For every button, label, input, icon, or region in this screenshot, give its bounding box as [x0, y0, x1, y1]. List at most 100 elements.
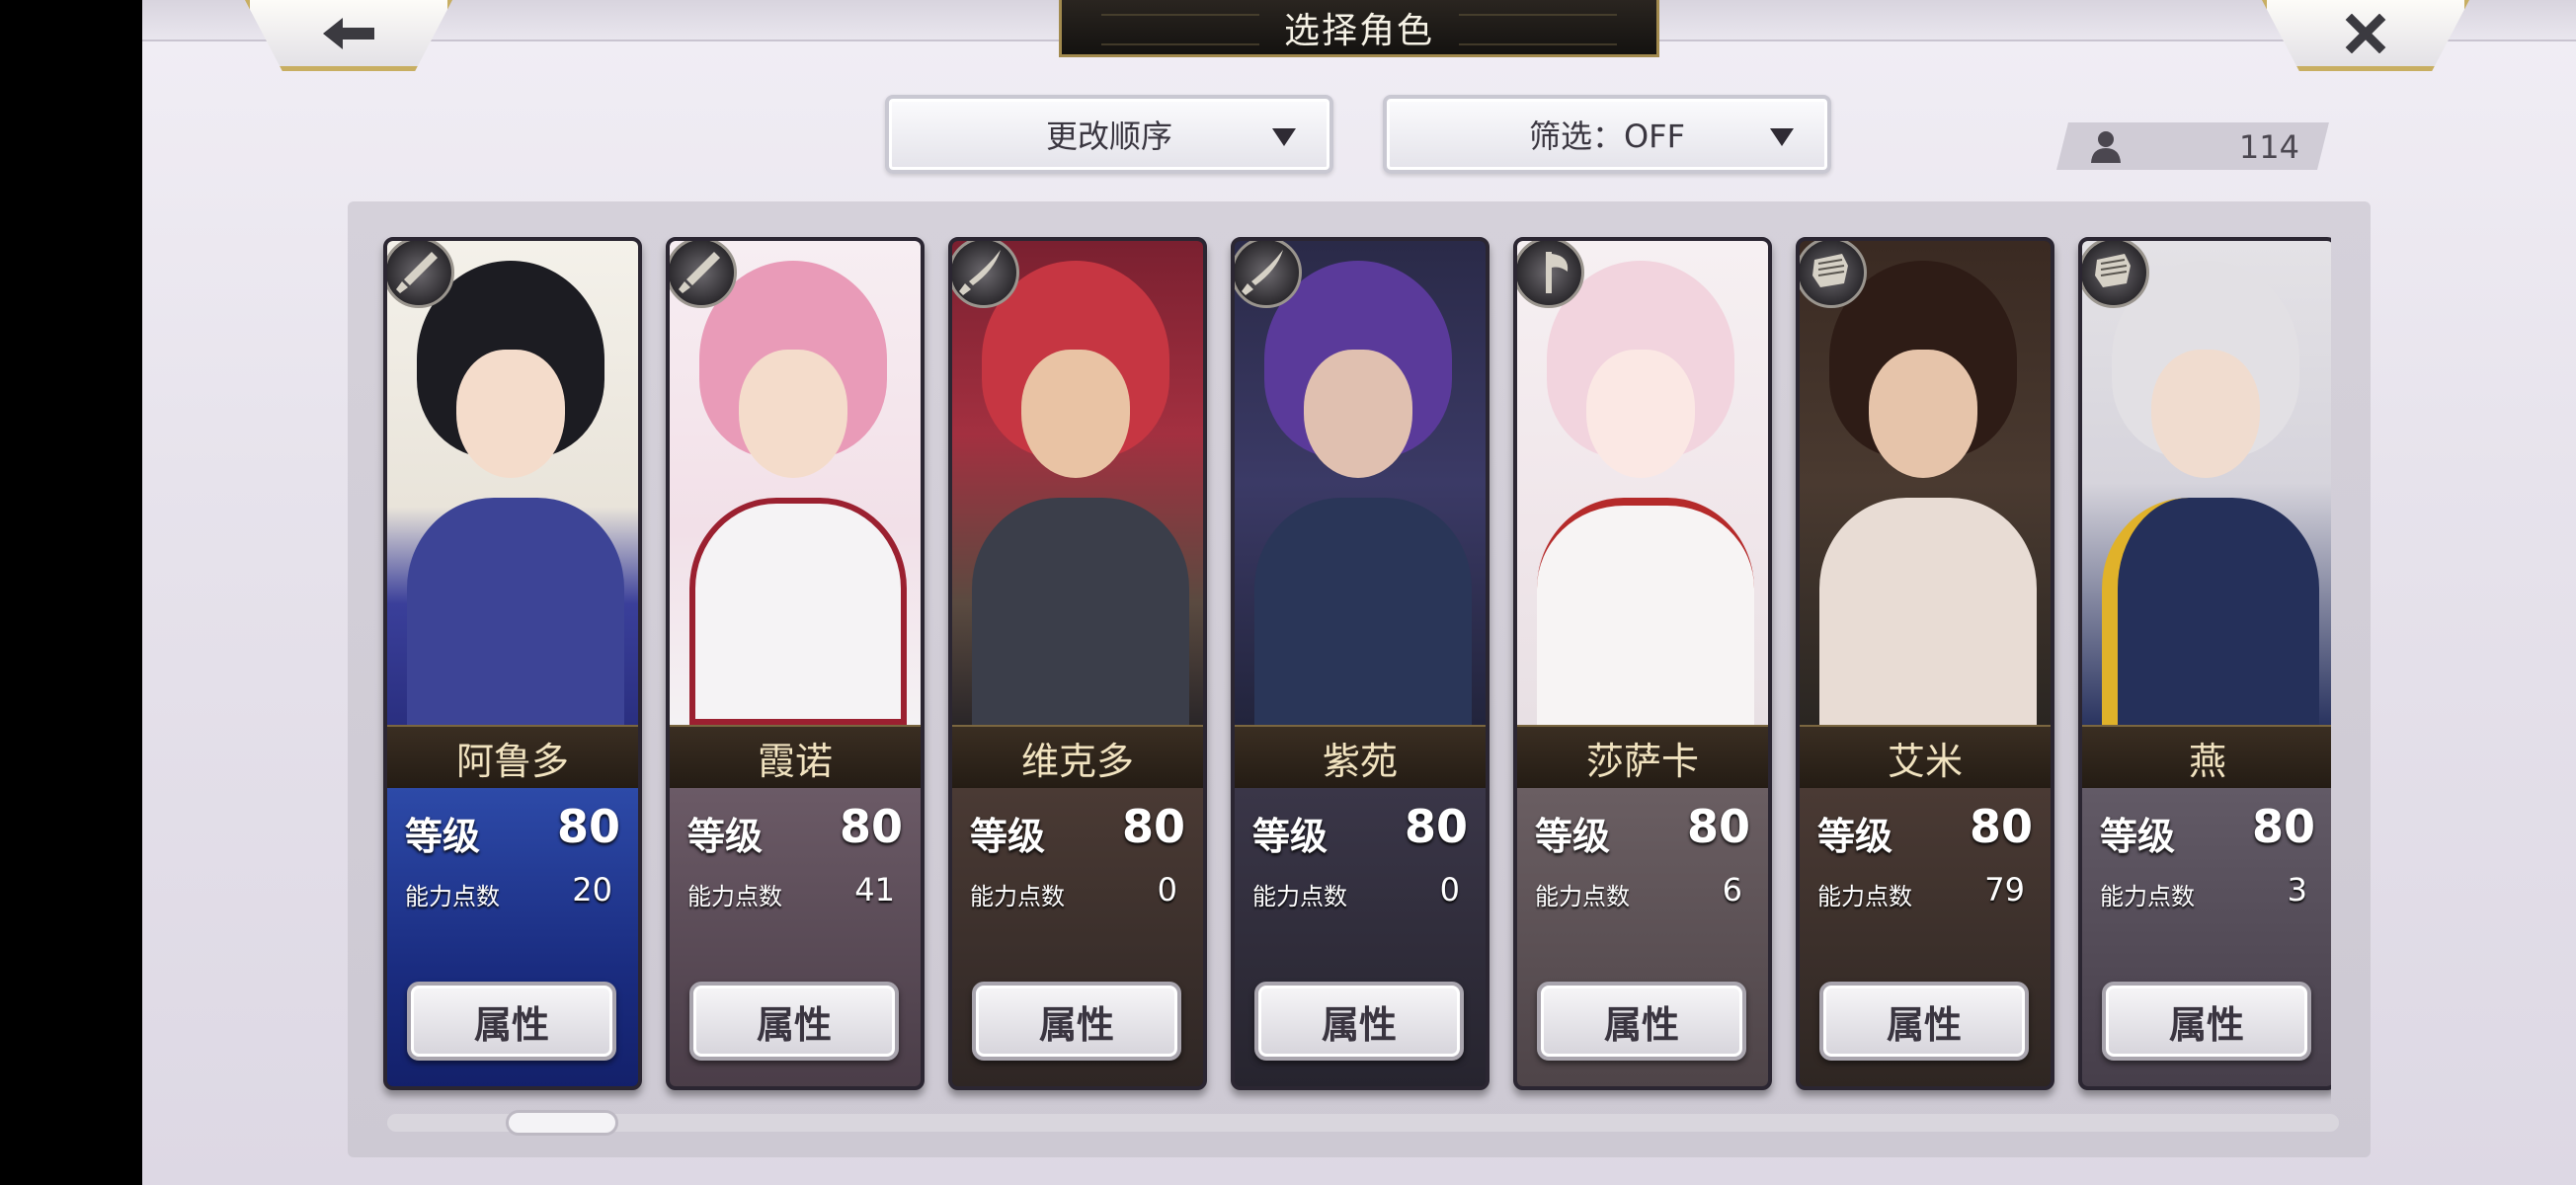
- portrait-body: [972, 498, 1189, 725]
- ability-points-value: 3: [2287, 871, 2307, 908]
- class-badge: [670, 241, 737, 308]
- class-badge: [1235, 241, 1302, 308]
- portrait-face: [1021, 350, 1130, 478]
- katana-icon: [1242, 250, 1283, 295]
- character-name: 维克多: [952, 725, 1203, 790]
- character-card[interactable]: 紫苑 等级 80 能力点数 0 属性: [1231, 237, 1489, 1090]
- ability-points-value: 6: [1722, 871, 1742, 908]
- ability-points-label: 能力点数: [2100, 883, 2195, 910]
- back-button[interactable]: [245, 0, 452, 71]
- class-badge: [2082, 241, 2149, 308]
- character-card[interactable]: 燕 等级 80 能力点数 3 属性: [2078, 237, 2331, 1090]
- character-stats: 等级 80 能力点数 41 属性: [670, 788, 921, 1086]
- character-stats: 等级 80 能力点数 0 属性: [1235, 788, 1486, 1086]
- level-value: 80: [1121, 800, 1185, 853]
- title-ornament-left: [1101, 14, 1259, 45]
- gauntlet-icon: [1812, 254, 1848, 287]
- character-card[interactable]: 艾米 等级 80 能力点数 79 属性: [1796, 237, 2054, 1090]
- level-value: 80: [839, 800, 903, 853]
- attributes-button[interactable]: 属性: [972, 982, 1181, 1061]
- ability-points-value: 0: [1439, 871, 1460, 908]
- character-stats: 等级 80 能力点数 0 属性: [952, 788, 1203, 1086]
- portrait-face: [2151, 350, 2260, 478]
- character-name: 莎萨卡: [1517, 725, 1768, 790]
- character-card[interactable]: 霞诺 等级 80 能力点数 41 属性: [666, 237, 925, 1090]
- portrait-body: [2102, 498, 2319, 725]
- close-button[interactable]: [2262, 0, 2469, 71]
- portrait-body: [1254, 498, 1472, 725]
- chevron-down-icon: [1770, 128, 1794, 146]
- sort-order-label: 更改顺序: [1045, 118, 1172, 155]
- filter-label: 筛选：OFF: [1528, 118, 1685, 155]
- character-card[interactable]: 维克多 等级 80 能力点数 0 属性: [948, 237, 1207, 1090]
- portrait-body: [689, 498, 907, 725]
- portrait-body: [407, 498, 624, 725]
- attributes-button[interactable]: 属性: [407, 982, 616, 1061]
- ability-points-label: 能力点数: [1535, 883, 1630, 910]
- ability-points-label: 能力点数: [405, 883, 500, 910]
- portrait-body: [1537, 498, 1754, 725]
- character-portrait: [1800, 241, 2051, 725]
- portrait-face: [1586, 350, 1695, 478]
- attributes-button[interactable]: 属性: [1537, 982, 1746, 1061]
- title-ornament-right: [1459, 14, 1617, 45]
- scrollbar-thumb[interactable]: [506, 1110, 618, 1136]
- portrait-face: [739, 350, 847, 478]
- axe-icon: [1546, 252, 1569, 293]
- ability-points-value: 41: [854, 871, 895, 908]
- ability-points-label: 能力点数: [1817, 883, 1912, 910]
- character-portrait: [952, 241, 1203, 725]
- character-name: 艾米: [1800, 725, 2051, 790]
- portrait-body: [1819, 498, 2037, 725]
- character-name: 霞诺: [670, 725, 921, 790]
- level-label: 等级: [2100, 815, 2176, 858]
- level-value: 80: [1404, 800, 1468, 853]
- level-label: 等级: [970, 815, 1046, 858]
- filter-dropdown[interactable]: 筛选：OFF: [1383, 95, 1831, 174]
- page-title: 选择角色: [1283, 10, 1434, 51]
- katana-icon: [959, 250, 1001, 295]
- gauntlet-icon: [2095, 254, 2131, 287]
- attributes-button[interactable]: 属性: [1819, 982, 2029, 1061]
- back-arrow-icon: [323, 17, 374, 49]
- sword-icon: [396, 252, 438, 293]
- character-portrait: [1517, 241, 1768, 725]
- ability-points-label: 能力点数: [687, 883, 782, 910]
- portrait-face: [456, 350, 565, 478]
- level-value: 80: [556, 800, 620, 853]
- ability-points-label: 能力点数: [970, 883, 1065, 910]
- ability-points-value: 0: [1157, 871, 1177, 908]
- class-badge: [1800, 241, 1867, 308]
- roster-list[interactable]: 阿鲁多 等级 80 能力点数 20 属性 霞诺 等级 80 能力点数 41 属性…: [348, 201, 2331, 1110]
- attributes-button[interactable]: 属性: [2102, 982, 2311, 1061]
- character-card[interactable]: 莎萨卡 等级 80 能力点数 6 属性: [1513, 237, 1772, 1090]
- character-stats: 等级 80 能力点数 20 属性: [387, 788, 638, 1086]
- character-name: 阿鲁多: [387, 725, 638, 790]
- attributes-button[interactable]: 属性: [689, 982, 899, 1061]
- scrollbar-track[interactable]: [387, 1114, 2339, 1132]
- level-value: 80: [1686, 800, 1750, 853]
- character-portrait: [2082, 241, 2331, 725]
- character-stats: 等级 80 能力点数 3 属性: [2082, 788, 2331, 1086]
- character-name: 紫苑: [1235, 725, 1486, 790]
- level-label: 等级: [687, 815, 764, 858]
- level-value: 80: [1969, 800, 2033, 853]
- attributes-button[interactable]: 属性: [1254, 982, 1464, 1061]
- level-label: 等级: [1817, 815, 1893, 858]
- character-card[interactable]: 阿鲁多 等级 80 能力点数 20 属性: [383, 237, 642, 1090]
- character-name: 燕: [2082, 725, 2331, 790]
- ability-points-value: 79: [1984, 871, 2025, 908]
- level-value: 80: [2251, 800, 2315, 853]
- sort-order-dropdown[interactable]: 更改顺序: [885, 95, 1333, 174]
- class-badge: [1517, 241, 1584, 308]
- ability-points-value: 20: [572, 871, 612, 908]
- portrait-face: [1869, 350, 1977, 478]
- sword-icon: [679, 252, 720, 293]
- character-portrait: [387, 241, 638, 725]
- level-label: 等级: [1252, 815, 1328, 858]
- level-label: 等级: [1535, 815, 1611, 858]
- level-label: 等级: [405, 815, 481, 858]
- close-x-icon: [2345, 13, 2386, 53]
- character-stats: 等级 80 能力点数 6 属性: [1517, 788, 1768, 1086]
- class-badge: [387, 241, 454, 308]
